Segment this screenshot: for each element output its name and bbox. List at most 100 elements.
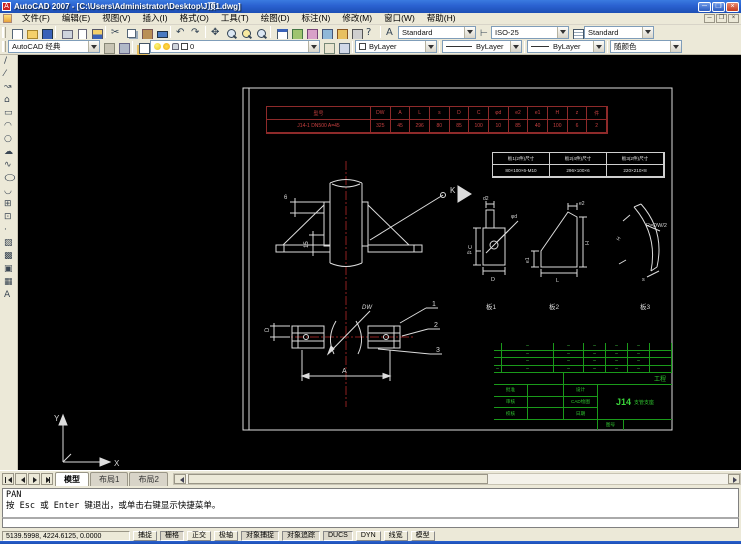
rectangle-icon[interactable] xyxy=(1,107,17,120)
maximize-button[interactable]: ❐ xyxy=(712,1,725,12)
new-file-icon[interactable] xyxy=(8,26,23,40)
otrack-toggle[interactable]: 对象追踪 xyxy=(282,530,320,541)
layer-color-icon[interactable] xyxy=(181,43,188,50)
line-icon[interactable] xyxy=(1,55,17,68)
ellipse-icon[interactable] xyxy=(1,172,17,185)
arc-icon[interactable] xyxy=(1,120,17,133)
doc-close-button[interactable]: × xyxy=(728,14,739,23)
open-file-icon[interactable] xyxy=(23,26,38,39)
menu-modify[interactable]: 修改(M) xyxy=(336,13,378,24)
horizontal-scrollbar[interactable] xyxy=(172,473,741,485)
command-history[interactable]: PAN 按 Esc 或 Enter 键退出，或单击右键显示快捷菜单。 xyxy=(2,488,739,517)
combo-arrow-icon[interactable] xyxy=(308,41,319,52)
minimize-button[interactable]: ─ xyxy=(698,1,711,12)
ortho-toggle[interactable]: 正交 xyxy=(187,530,211,541)
quickcalc-icon[interactable] xyxy=(348,26,363,40)
snap-toggle[interactable]: 捕捉 xyxy=(133,530,157,541)
layer-previous-icon[interactable] xyxy=(335,40,350,54)
menu-view[interactable]: 视图(V) xyxy=(96,13,136,24)
menu-insert[interactable]: 插入(I) xyxy=(137,13,174,24)
menu-draw[interactable]: 绘图(D) xyxy=(255,13,296,24)
multiline-text-icon[interactable] xyxy=(1,289,17,302)
combo-arrow-icon[interactable] xyxy=(464,26,475,38)
lineweight-toggle[interactable]: 线宽 xyxy=(383,530,408,541)
tab-layout1[interactable]: 布局1 xyxy=(90,472,129,486)
layer-combo[interactable]: 0 xyxy=(150,40,320,53)
save-icon[interactable] xyxy=(38,26,53,40)
layer-properties-icon[interactable] xyxy=(135,40,150,54)
table-icon[interactable] xyxy=(1,276,17,289)
polygon-icon[interactable] xyxy=(1,94,17,107)
ducs-toggle[interactable]: DUCS xyxy=(323,530,353,541)
redo-icon[interactable] xyxy=(188,26,203,39)
menu-format[interactable]: 格式(O) xyxy=(174,13,215,24)
sheetset-manager-icon[interactable] xyxy=(318,26,333,40)
pan-realtime-icon[interactable] xyxy=(208,26,223,39)
make-object-layer-current-icon[interactable] xyxy=(320,40,335,54)
make-block-icon[interactable] xyxy=(1,211,17,224)
scroll-left-button[interactable] xyxy=(173,474,186,484)
polyline-icon[interactable] xyxy=(1,81,17,94)
properties-icon[interactable] xyxy=(273,26,288,42)
doc-restore-button[interactable]: ❐ xyxy=(716,14,727,23)
combo-arrow-icon[interactable] xyxy=(88,41,99,52)
markup-icon[interactable] xyxy=(333,26,348,40)
layer-freeze-icon[interactable] xyxy=(163,43,170,50)
workspace-settings-icon[interactable] xyxy=(100,40,115,54)
model-space-canvas[interactable]: K 6 15 DW A 1 2 3 D d2 C d1 D φd 板1 e2 e… xyxy=(18,55,741,470)
tab-last-button[interactable] xyxy=(41,473,53,485)
osnap-toggle[interactable]: 对象捕捉 xyxy=(241,530,279,541)
menu-tools[interactable]: 工具(T) xyxy=(215,13,255,24)
construction-line-icon[interactable] xyxy=(1,68,17,81)
zoom-realtime-icon[interactable] xyxy=(223,26,238,39)
combo-arrow-icon[interactable] xyxy=(593,41,604,52)
table-style-icon[interactable] xyxy=(569,26,584,40)
plot-preview-icon[interactable] xyxy=(73,26,88,40)
combo-arrow-icon[interactable] xyxy=(557,26,568,38)
point-icon[interactable] xyxy=(1,224,17,237)
scrollbar-thumb[interactable] xyxy=(187,474,488,484)
region-icon[interactable] xyxy=(1,263,17,276)
toolbar-grip[interactable] xyxy=(2,41,6,52)
combo-arrow-icon[interactable] xyxy=(510,41,521,52)
workspace-combo[interactable]: AutoCAD 经典 xyxy=(8,40,100,53)
ellipse-arc-icon[interactable] xyxy=(1,185,17,198)
combo-arrow-icon[interactable] xyxy=(670,41,681,52)
text-style-combo[interactable]: Standard xyxy=(398,25,476,39)
match-properties-icon[interactable] xyxy=(153,26,168,39)
insert-block-icon[interactable] xyxy=(1,198,17,211)
combo-arrow-icon[interactable] xyxy=(425,41,436,52)
publish-icon[interactable] xyxy=(88,26,103,40)
tool-palettes-icon[interactable] xyxy=(303,26,318,40)
paste-icon[interactable] xyxy=(138,26,153,40)
zoom-window-icon[interactable] xyxy=(238,26,253,39)
doc-minimize-button[interactable]: ─ xyxy=(704,14,715,23)
circle-icon[interactable] xyxy=(1,133,17,146)
workspace-save-icon[interactable] xyxy=(115,40,130,54)
gradient-icon[interactable] xyxy=(1,250,17,263)
dim-style-combo[interactable]: ISO-25 xyxy=(491,25,569,39)
tab-model[interactable]: 模型 xyxy=(55,472,89,486)
scroll-right-button[interactable] xyxy=(728,474,740,484)
close-button[interactable]: × xyxy=(726,1,739,12)
document-icon[interactable] xyxy=(3,14,12,23)
tab-prev-button[interactable] xyxy=(15,473,27,485)
menu-edit[interactable]: 编辑(E) xyxy=(56,13,96,24)
command-input[interactable] xyxy=(2,517,739,528)
color-combo[interactable]: ByLayer xyxy=(355,40,437,53)
dyn-toggle[interactable]: DYN xyxy=(355,530,381,541)
cut-icon[interactable] xyxy=(108,26,123,39)
dim-style-icon[interactable] xyxy=(476,26,491,39)
tab-first-button[interactable] xyxy=(2,473,14,485)
plot-style-combo[interactable]: 随颜色 xyxy=(610,40,682,53)
model-toggle[interactable]: 模型 xyxy=(410,530,435,541)
zoom-previous-icon[interactable] xyxy=(253,26,268,39)
undo-icon[interactable] xyxy=(173,26,188,39)
menu-window[interactable]: 窗口(W) xyxy=(378,13,421,24)
copy-icon[interactable] xyxy=(123,26,138,39)
combo-arrow-icon[interactable] xyxy=(642,26,653,38)
spline-icon[interactable] xyxy=(1,159,17,172)
table-style-combo[interactable]: Standard xyxy=(584,25,654,39)
tab-next-button[interactable] xyxy=(28,473,40,485)
layer-lock-icon[interactable] xyxy=(172,43,179,50)
